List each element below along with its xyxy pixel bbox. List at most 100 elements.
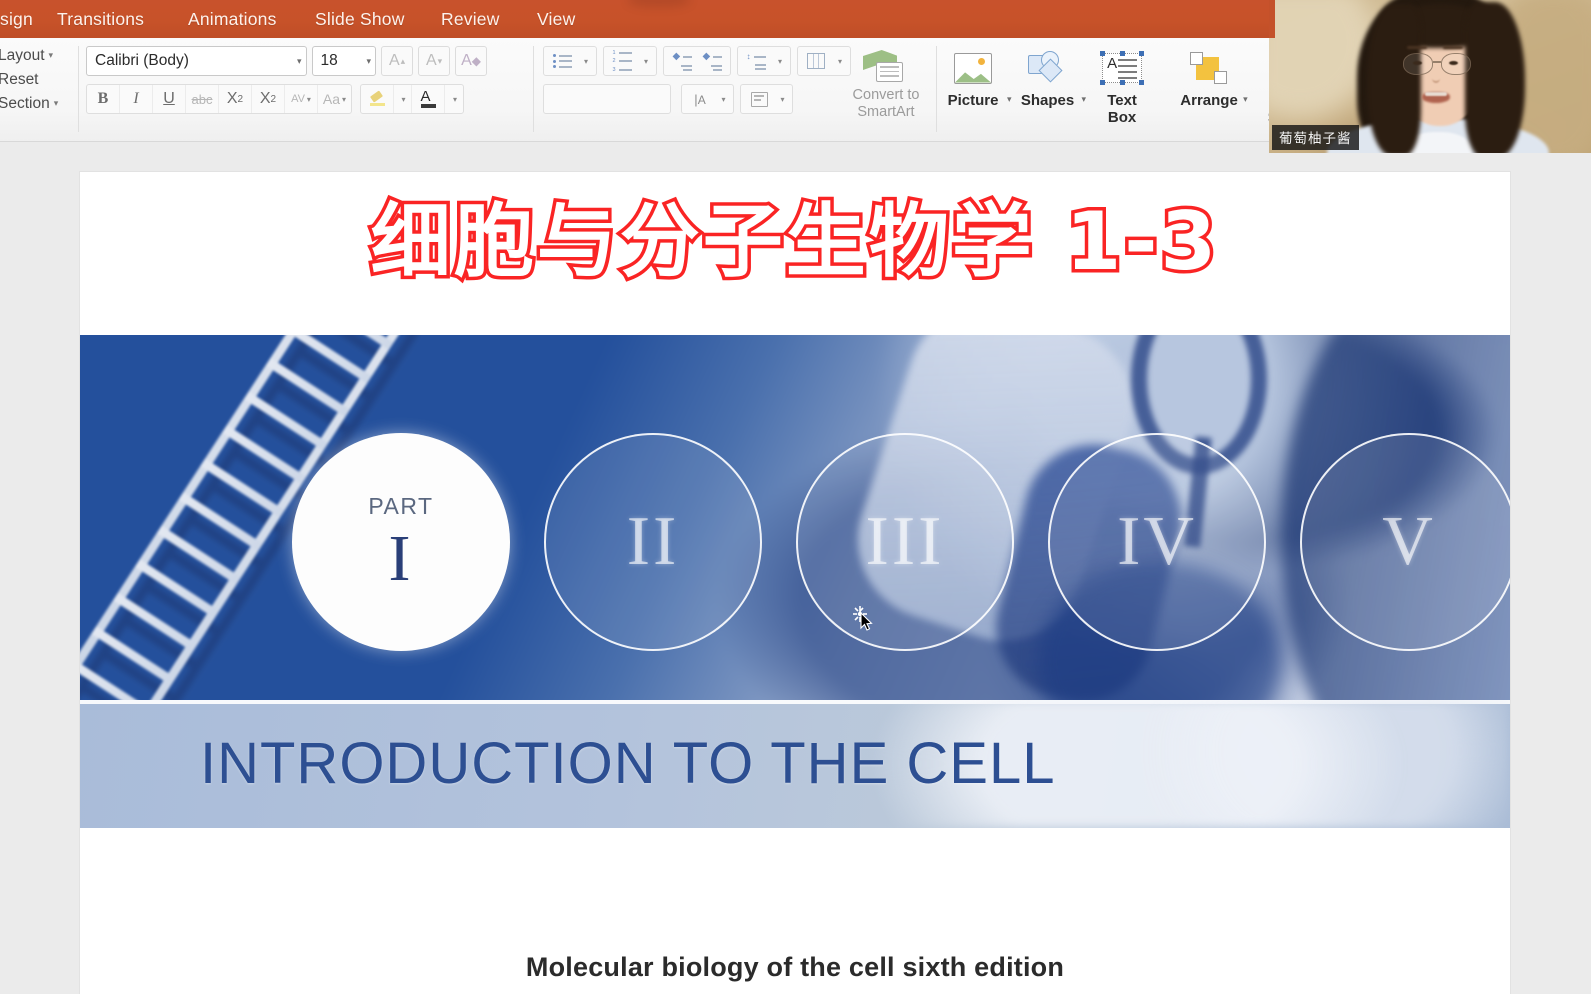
- eraser-icon: ◆: [471, 54, 482, 68]
- reset-label: Reset: [0, 71, 39, 88]
- align-right-button[interactable]: [607, 85, 637, 113]
- chevron-down-icon: ▾: [297, 55, 302, 66]
- shrink-font-button[interactable]: A ▾: [418, 46, 451, 76]
- presenter-hair-right: [1465, 2, 1525, 153]
- font-color-dropdown[interactable]: ▾: [445, 85, 463, 113]
- picture-label: Picture: [947, 92, 999, 109]
- reset-button[interactable]: Reset: [0, 68, 80, 92]
- text-box-label-line1: Text: [1107, 92, 1137, 109]
- slide-canvas[interactable]: 细胞与分子生物学 1-3 PART I II III IV V INTRODUC…: [80, 172, 1510, 994]
- align-text-control[interactable]: ▾: [740, 84, 793, 114]
- tab-view[interactable]: View: [537, 9, 575, 30]
- columns-control[interactable]: ▾: [797, 46, 851, 76]
- clear-formatting-button[interactable]: A ◆: [455, 46, 488, 76]
- align-text-icon: [744, 85, 774, 113]
- part-circle-2[interactable]: II: [544, 433, 762, 651]
- presenter-eyebrow-right: [1443, 46, 1463, 49]
- clear-formatting-label: A: [461, 52, 472, 69]
- numbering-control[interactable]: 1 2 3 ▾: [603, 46, 657, 76]
- shapes-dropdown[interactable]: ▾: [1082, 94, 1087, 105]
- layout-label: Layout: [0, 47, 45, 64]
- bullets-control[interactable]: ▾: [543, 46, 597, 76]
- tab-animations[interactable]: Animations: [188, 9, 277, 30]
- text-box-button[interactable]: A Text Box: [1090, 48, 1154, 126]
- align-left-button[interactable]: [547, 85, 577, 113]
- section-button[interactable]: Section ▾: [0, 92, 80, 116]
- font-color-button[interactable]: A: [412, 85, 445, 113]
- italic-button[interactable]: I: [120, 85, 153, 113]
- indent-controls: ◆ ◆: [663, 46, 731, 76]
- paragraph-group: ▾ 1 2 3 ▾ ◆ ◆ ↕ ▾ ▾ |A ▾ ▾: [543, 46, 851, 114]
- chevron-down-icon: ▾: [53, 98, 59, 108]
- picture-button[interactable]: Picture: [941, 48, 1005, 109]
- line-spacing-dropdown[interactable]: ▾: [771, 47, 787, 75]
- chevron-down-icon: ▾: [48, 50, 54, 60]
- increase-indent-button[interactable]: ◆: [697, 47, 727, 75]
- columns-icon: [801, 47, 831, 75]
- slide-overlay-title: 细胞与分子生物学 1-3: [367, 192, 1220, 292]
- chevron-down-icon: ▾: [452, 94, 457, 104]
- align-center-button[interactable]: [577, 85, 607, 113]
- arrange-dropdown[interactable]: ▾: [1243, 94, 1248, 105]
- presenter-hair-left: [1367, 4, 1421, 153]
- tab-review[interactable]: Review: [441, 9, 500, 30]
- font-group: Calibri (Body) ▾ 18 ▾ A ▴ A ▾ A ◆ B I U …: [86, 46, 488, 114]
- text-direction-dropdown[interactable]: ▾: [715, 85, 730, 113]
- strikethrough-button[interactable]: abc: [186, 85, 219, 113]
- group-divider: [533, 46, 534, 132]
- font-name-combobox[interactable]: Calibri (Body) ▾: [86, 46, 307, 76]
- arrange-label: Arrange: [1180, 92, 1238, 109]
- subscript-base: X: [259, 90, 271, 107]
- shapes-icon: [1027, 51, 1068, 85]
- slide-group: Layout ▾ Reset Section ▾: [0, 44, 80, 116]
- change-case-button[interactable]: Aa ▾: [318, 85, 351, 113]
- presenter-name-badge: 葡萄柚子酱: [1272, 125, 1359, 150]
- part-numeral: I: [388, 521, 414, 595]
- character-spacing-button[interactable]: AV ▾: [285, 85, 318, 113]
- superscript-base: X: [226, 90, 238, 107]
- tab-transitions[interactable]: Transitions: [57, 9, 144, 30]
- numbering-dropdown[interactable]: ▾: [637, 47, 653, 75]
- arrange-icon: [1190, 51, 1228, 85]
- align-text-dropdown[interactable]: ▾: [774, 85, 789, 113]
- justify-button[interactable]: [637, 85, 667, 113]
- part-circle-1[interactable]: PART I: [292, 433, 510, 651]
- part-circle-3[interactable]: III: [796, 433, 1014, 651]
- text-highlight-color-button[interactable]: [361, 85, 394, 113]
- slide-workspace: 细胞与分子生物学 1-3 PART I II III IV V INTRODUC…: [0, 142, 1591, 994]
- character-spacing-label: AV: [291, 93, 305, 105]
- shapes-label: Shapes: [1020, 92, 1075, 109]
- bullets-dropdown[interactable]: ▾: [577, 47, 593, 75]
- text-direction-control[interactable]: |A ▾: [681, 84, 734, 114]
- tab-design[interactable]: sign: [0, 9, 33, 30]
- part-numeral: III: [865, 503, 945, 580]
- underline-button[interactable]: U: [153, 85, 186, 113]
- font-size-combobox[interactable]: 18 ▾: [311, 46, 377, 76]
- part-circle-5[interactable]: V: [1300, 433, 1510, 651]
- bold-button[interactable]: B: [87, 85, 120, 113]
- line-spacing-control[interactable]: ↕ ▾: [737, 46, 791, 76]
- font-color-toolbar: ▾ A ▾: [360, 84, 464, 114]
- grow-font-button[interactable]: A ▴: [381, 46, 414, 76]
- highlight-dropdown[interactable]: ▾: [394, 85, 412, 113]
- chevron-down-icon: ▾: [401, 94, 406, 104]
- grow-font-label: A: [388, 52, 400, 69]
- highlighter-icon: [369, 89, 385, 106]
- text-box-label-line2: Box: [1107, 109, 1137, 126]
- shapes-button[interactable]: Shapes: [1016, 48, 1080, 109]
- arrange-button[interactable]: Arrange: [1177, 48, 1241, 109]
- convert-to-smartart-button[interactable]: Convert to SmartArt: [845, 50, 927, 121]
- layout-button[interactable]: Layout ▾: [0, 44, 80, 68]
- tab-slide-show[interactable]: Slide Show: [315, 9, 405, 30]
- picture-dropdown[interactable]: ▾: [1007, 94, 1012, 105]
- smartart-label-line2: SmartArt: [857, 104, 915, 120]
- presenter-nose: [1432, 74, 1440, 83]
- font-format-toolbar: B I U abc X2 X2 AV ▾ Aa ▾: [86, 84, 352, 114]
- subscript-index: 2: [270, 93, 277, 105]
- presenter-webcam[interactable]: 葡萄柚子酱: [1269, 0, 1591, 153]
- superscript-button[interactable]: X2: [219, 85, 252, 113]
- insert-group: Picture ▾ Shapes ▾ A Text Box Arrange ▾: [941, 48, 1387, 140]
- part-circle-4[interactable]: IV: [1048, 433, 1266, 651]
- decrease-indent-button[interactable]: ◆: [667, 47, 697, 75]
- subscript-button[interactable]: X2: [252, 85, 285, 113]
